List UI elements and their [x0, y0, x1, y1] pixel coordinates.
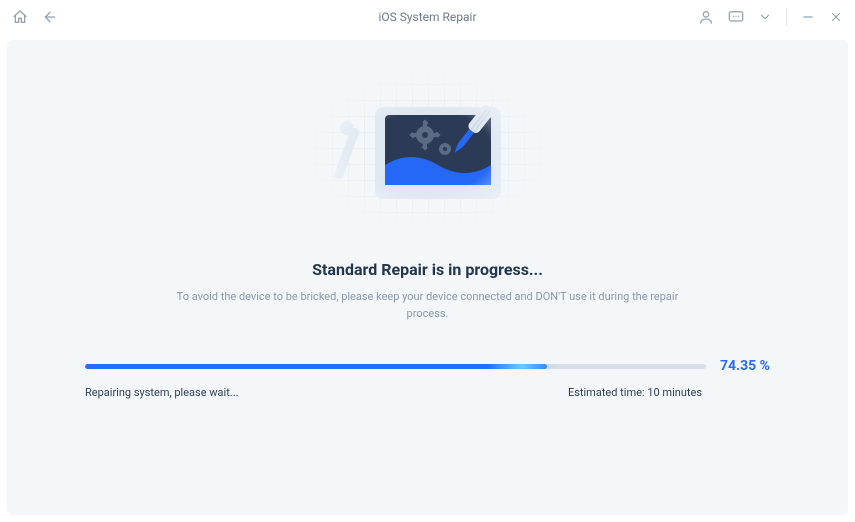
progress-percent: 74.35 %	[720, 358, 770, 374]
repair-illustration	[300, 68, 556, 236]
home-icon[interactable]	[12, 9, 28, 25]
device-repair-icon	[323, 77, 533, 227]
progress-eta: Estimated time: 10 minutes	[568, 386, 702, 399]
close-icon[interactable]	[829, 10, 843, 24]
progress-subtext: To avoid the device to be bricked, pleas…	[158, 289, 698, 322]
minimize-icon[interactable]	[801, 10, 815, 24]
progress-heading: Standard Repair is in progress...	[312, 260, 543, 279]
content-panel: Standard Repair is in progress... To avo…	[7, 40, 848, 515]
title-bar: iOS System Repair	[0, 0, 855, 34]
feedback-icon[interactable]	[728, 10, 744, 24]
window-title: iOS System Repair	[378, 10, 476, 24]
progress-status-text: Repairing system, please wait...	[85, 386, 239, 399]
back-icon[interactable]	[42, 9, 58, 25]
chevron-down-icon[interactable]	[758, 10, 772, 24]
user-icon[interactable]	[698, 9, 714, 25]
progress-bar	[85, 364, 706, 369]
title-divider	[786, 8, 787, 26]
